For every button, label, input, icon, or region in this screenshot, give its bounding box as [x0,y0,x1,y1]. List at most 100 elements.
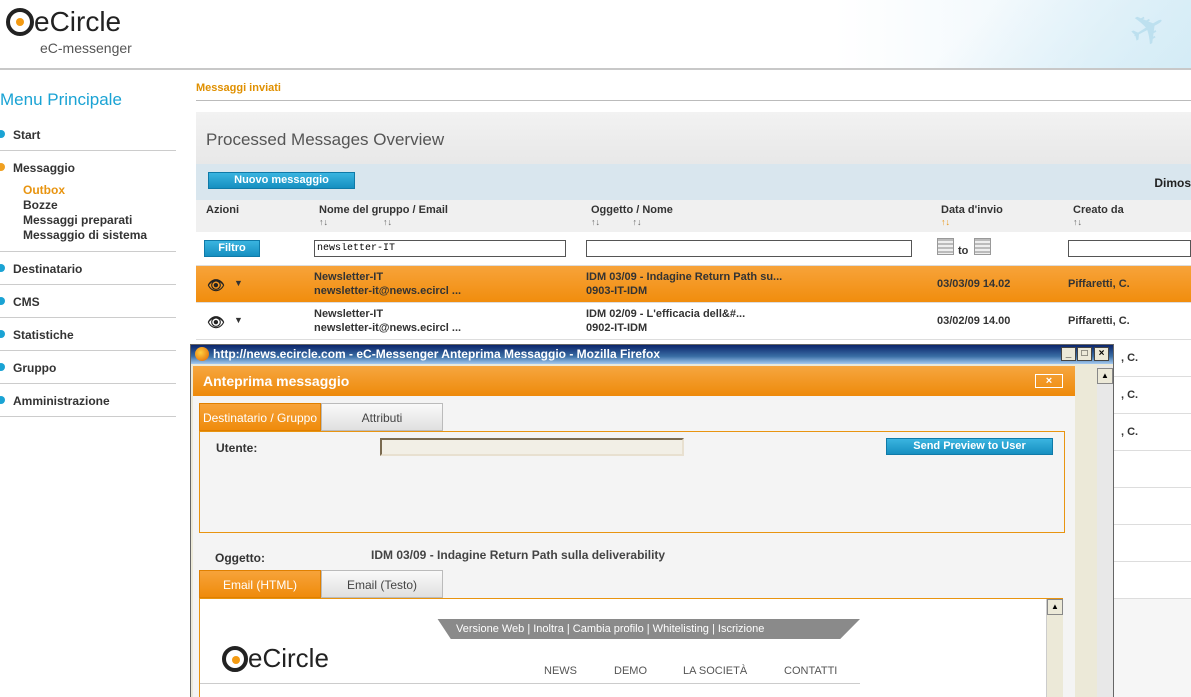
chevron-down-icon[interactable]: ▼ [234,278,243,288]
sidebar-item-gruppo[interactable]: Gruppo [0,357,176,384]
toolbar: Nuovo messaggio Dimos [196,164,1191,200]
filter-button[interactable]: Filtro [204,240,260,257]
logo-text: eCircle [34,6,122,37]
cell-date: 03/03/09 14.02 [937,278,1011,290]
ecircle-logo-icon [222,645,248,672]
email-scrollbar[interactable]: ▲ [1046,599,1063,697]
submenu-item-outbox[interactable]: Outbox [23,183,176,198]
column-label: Email [418,204,448,216]
sort-icon[interactable]: ↑↓ [941,217,1003,227]
cell-subject: IDM 03/09 - Indagine Return Path su... [586,271,783,283]
column-header-data[interactable]: Data d'invio ↑↓ [941,204,1003,227]
email-logo-text: eCircle [248,643,329,673]
utente-input[interactable] [380,438,684,456]
sidebar-item-cms[interactable]: CMS [0,291,176,318]
subject-filter-input[interactable] [586,240,912,257]
column-label: Oggetto [591,204,634,216]
calendar-icon[interactable] [974,238,991,255]
close-window-button[interactable]: × [1094,347,1109,361]
group-filter-input[interactable] [314,240,566,257]
sidebar-item-label: CMS [13,295,40,309]
sidebar-item-messaggio[interactable]: Messaggio Outbox Bozze Messaggi preparat… [0,157,176,252]
email-preview-area: Versione Web | Inoltra | Cambia profilo … [199,598,1063,697]
column-header-gruppo[interactable]: Nome del gruppo / Email ↑↓ ↑↓ [319,204,448,227]
email-nav-demo[interactable]: DEMO [614,665,647,677]
preview-content: Anteprima messaggio × Destinatario / Gru… [193,366,1075,697]
sort-glyph: ↑↓ [591,217,600,227]
eye-icon[interactable]: 👁 [207,277,225,294]
sort-icon[interactable]: ↑↓ ↑↓ [319,217,448,227]
bullet-icon [0,163,5,171]
preview-popup-window: http://news.ecircle.com - eC-Messenger A… [190,344,1114,697]
bullet-icon [0,264,5,272]
page-title: Processed Messages Overview [206,130,445,149]
window-titlebar[interactable]: http://news.ecircle.com - eC-Messenger A… [191,345,1113,364]
submenu-item-bozze[interactable]: Bozze [23,198,176,213]
preview-header: Anteprima messaggio × [193,366,1075,396]
email-nav-news[interactable]: NEWS [544,665,577,677]
sort-glyph: ↑↓ [383,217,393,227]
window-title: http://news.ecircle.com - eC-Messenger A… [213,347,660,361]
slash-separator: / [636,204,640,216]
scroll-up-icon[interactable]: ▲ [1097,368,1113,384]
submenu-item-messaggi-preparati[interactable]: Messaggi preparati [23,213,176,228]
email-logo: eCircle [222,643,329,674]
column-header-oggetto[interactable]: Oggetto / Nome ↑↓ ↑↓ [591,204,673,227]
firefox-icon [195,347,209,361]
tab-email-html[interactable]: Email (HTML) [199,570,321,598]
filter-row: Filtro to [196,232,1191,266]
cell-group: Newsletter-IT [314,271,384,283]
chevron-down-icon[interactable]: ▼ [234,315,243,325]
bullet-icon [0,396,5,404]
tab-destinatario-gruppo[interactable]: Destinatario / Gruppo [199,403,321,431]
email-nav-la-societa[interactable]: LA SOCIETÀ [683,665,747,677]
new-message-button[interactable]: Nuovo messaggio [208,172,355,189]
submenu-item-messaggio-di-sistema[interactable]: Messaggio di sistema [23,228,176,243]
column-label: Azioni [206,204,239,216]
sidebar-item-destinatario[interactable]: Destinatario [0,258,176,285]
dimos-label: Dimos [1154,176,1191,190]
sidebar-item-amministrazione[interactable]: Amministrazione [0,390,176,417]
tab-attributi[interactable]: Attributi [321,403,443,431]
sort-icon[interactable]: ↑↓ ↑↓ [591,217,673,227]
cell-email: newsletter-it@news.ecircl ... [314,285,462,297]
table-row[interactable]: 👁 ▼ Newsletter-IT newsletter-it@news.ecir… [196,266,1191,303]
cell-creator-partial: , C. [1121,389,1139,401]
bullet-icon [0,330,5,338]
cell-creator: Piffaretti, C. [1068,315,1130,327]
sidebar-item-label: Amministrazione [13,394,110,408]
maximize-button[interactable]: □ [1077,347,1092,361]
sidebar-item-start[interactable]: Start [0,124,176,151]
recipient-panel: Utente: Send Preview to User [199,431,1065,533]
bullet-icon [0,363,5,371]
scroll-up-icon[interactable]: ▲ [1047,599,1063,615]
minimize-button[interactable]: _ [1061,347,1076,361]
ecircle-logo[interactable]: eCircle [6,6,121,38]
send-preview-button[interactable]: Send Preview to User [886,438,1053,455]
table-row[interactable]: 👁 ▼ Newsletter-IT newsletter-it@news.ecir… [196,303,1191,340]
sort-icon[interactable]: ↑↓ [1073,217,1124,227]
sidebar-item-statistiche[interactable]: Statistiche [0,324,176,351]
window-scrollbar[interactable]: ▲ [1097,366,1113,697]
panel-title-bar: Processed Messages Overview [196,112,1191,164]
tab-email-testo[interactable]: Email (Testo) [321,570,443,598]
column-label: Creato da [1073,204,1124,216]
column-header-creato[interactable]: Creato da ↑↓ [1073,204,1124,227]
cell-date: 03/02/09 14.00 [937,315,1011,327]
cell-creator-partial: , C. [1121,352,1139,364]
logo-subtitle: eC-messenger [40,40,132,56]
cell-name: 0902-IT-IDM [586,322,648,334]
email-top-links[interactable]: Versione Web | Inoltra | Cambia profilo … [456,623,764,635]
breadcrumb[interactable]: Messaggi inviati [196,82,281,94]
calendar-icon[interactable] [937,238,954,255]
close-icon[interactable]: × [1035,374,1063,388]
creator-filter-input[interactable] [1068,240,1191,257]
table-header: Azioni Nome del gruppo / Email ↑↓ ↑↓ Ogg… [196,200,1191,232]
app-header: eCircle eC-messenger ✈ [0,0,1191,70]
email-nav-contatti[interactable]: CONTATTI [784,665,837,677]
utente-label: Utente: [216,441,258,455]
divider [196,100,1191,101]
eye-icon[interactable]: 👁 [207,314,225,331]
cell-name: 0903-IT-IDM [586,285,648,297]
sidebar-item-label: Gruppo [13,361,57,375]
